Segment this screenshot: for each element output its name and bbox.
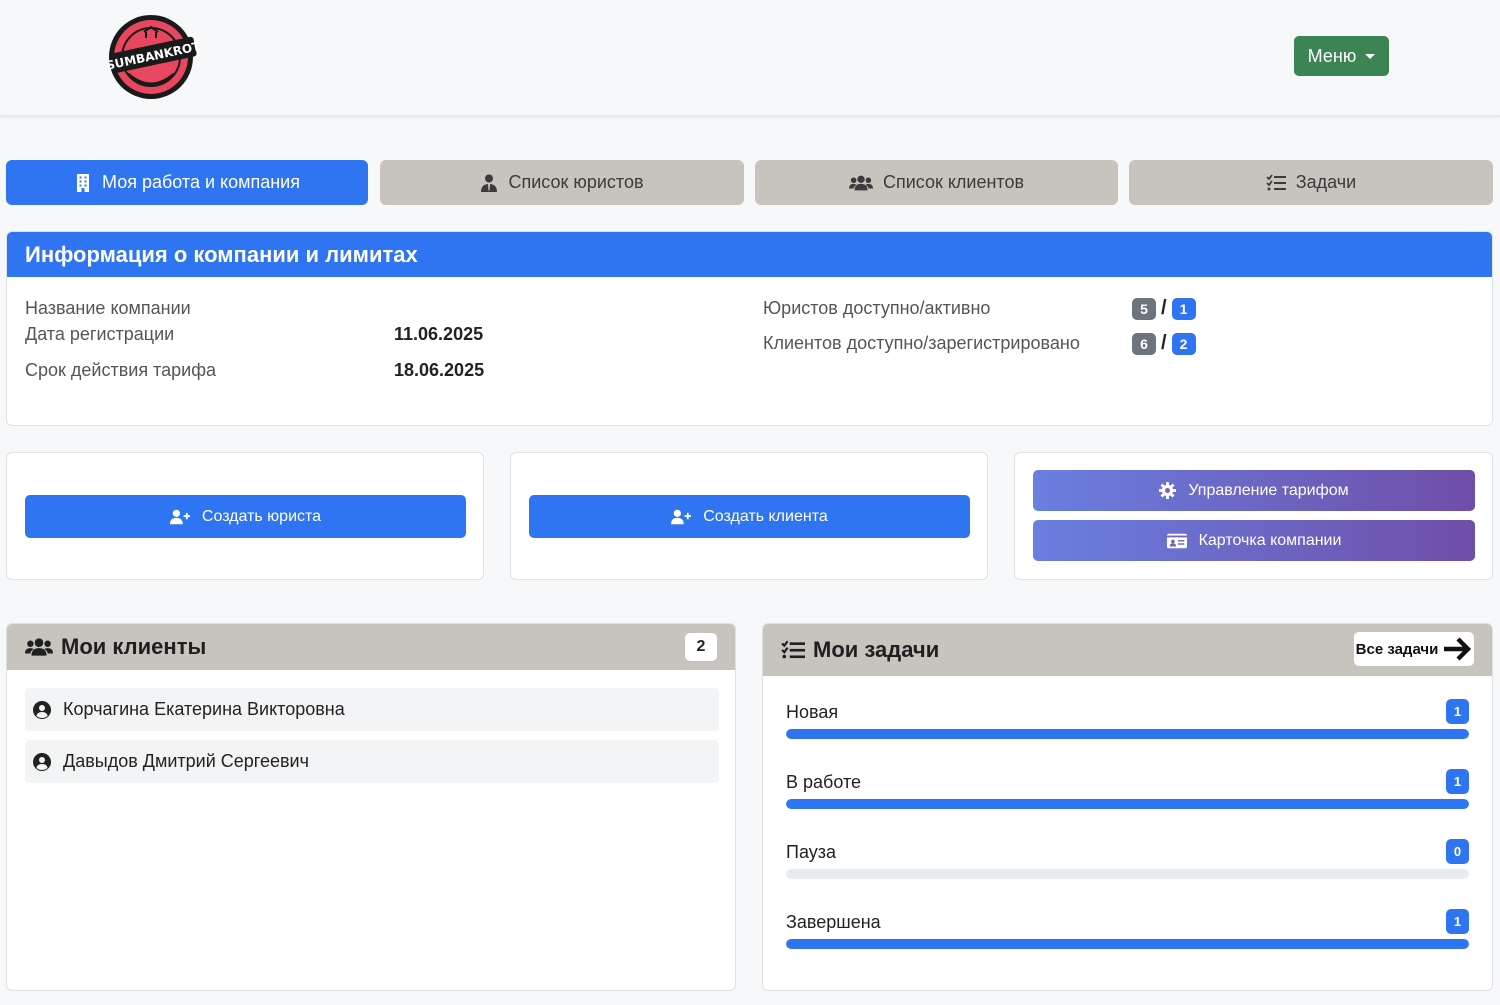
create-lawyer-card: Создать юриста <box>6 452 484 580</box>
top-navbar: SUMBANKROT Меню <box>0 0 1500 117</box>
task-status-label: В работе <box>786 772 862 792</box>
clients-count-badge: 2 <box>685 633 717 661</box>
building-icon <box>77 173 89 192</box>
manage-tariff-label: Управление тарифом <box>1188 481 1349 499</box>
tab-tasks[interactable]: Задачи <box>1129 160 1493 205</box>
tab-label: Список юристов <box>508 172 644 192</box>
all-tasks-label: Все задачи <box>1355 640 1439 658</box>
lawyers-active-badge: 1 <box>1171 297 1196 320</box>
separator: / <box>1161 332 1167 354</box>
menu-dropdown-button[interactable]: Меню <box>1294 36 1389 76</box>
manage-tariff-button[interactable]: Управление тарифом <box>1033 470 1475 511</box>
separator: / <box>1161 297 1167 319</box>
lawyers-limit-badges: 5 / 1 <box>1132 297 1196 320</box>
user-tie-icon <box>481 174 498 192</box>
create-lawyer-button[interactable]: Создать юриста <box>25 495 466 538</box>
menu-label: Меню <box>1307 45 1357 66</box>
client-name: Корчагина Екатерина Викторовна <box>63 699 345 719</box>
task-status-progress-bar <box>786 869 1469 879</box>
user-plus-icon <box>169 509 190 524</box>
lawyers-available-badge: 5 <box>1132 297 1156 320</box>
arrow-right-icon <box>1444 637 1472 661</box>
client-list-item[interactable]: Корчагина Екатерина Викторовна <box>25 688 719 731</box>
tasks-list-icon <box>1266 173 1286 190</box>
task-status-count-badge: 0 <box>1446 839 1469 864</box>
my-clients-title: Мои клиенты <box>61 634 207 659</box>
task-status-progress-fill <box>786 729 1469 739</box>
user-circle-icon <box>33 752 51 771</box>
sumbankrot-logo[interactable]: SUMBANKROT <box>105 12 202 102</box>
users-icon <box>25 638 53 656</box>
task-status-progress-bar <box>786 799 1469 809</box>
id-card-icon <box>1166 533 1187 548</box>
company-management-card: Управление тарифом Карточка компании <box>1014 452 1493 580</box>
tab-label: Задачи <box>1295 172 1357 192</box>
company-card-button[interactable]: Карточка компании <box>1033 520 1475 561</box>
tasks-list-icon <box>781 640 805 659</box>
company-name-label: Название компании <box>25 298 191 318</box>
clients-limit-label: Клиентов доступно/зарегистрировано <box>763 333 1080 353</box>
clients-registered-badge: 2 <box>1171 332 1196 355</box>
task-status-progress-bar <box>786 729 1469 739</box>
tab-clients-list[interactable]: Список клиентов <box>755 160 1118 205</box>
clients-limit-badges: 6 / 2 <box>1132 332 1196 355</box>
company-info-title: Информация о компании и лимитах <box>7 232 1492 277</box>
company-info-card: Информация о компании и лимитах Название… <box>6 231 1493 426</box>
create-client-label: Создать клиента <box>703 507 828 525</box>
all-tasks-button[interactable]: Все задачи <box>1354 632 1474 666</box>
tariff-expiry-label: Срок действия тарифа <box>25 360 217 380</box>
my-tasks-header: Мои задачи Все задачи <box>763 624 1492 676</box>
my-clients-card: Мои клиенты 2 Корчагина Екатерина Виктор… <box>6 623 736 991</box>
client-list-item[interactable]: Давыдов Дмитрий Сергеевич <box>25 740 719 783</box>
registration-date-label: Дата регистрации <box>25 324 175 344</box>
clients-available-badge: 6 <box>1132 332 1156 355</box>
users-icon <box>848 175 873 190</box>
task-status-progress-fill <box>786 799 1469 809</box>
my-tasks-title: Мои задачи <box>813 637 940 662</box>
task-status-count-badge: 1 <box>1446 699 1469 724</box>
task-status-count-badge: 1 <box>1446 909 1469 934</box>
my-tasks-card: Мои задачи Все задачи Новая 1 В работе 1 Пау… <box>762 623 1493 991</box>
my-clients-header: Мои клиенты 2 <box>7 624 735 670</box>
user-circle-icon <box>33 700 51 719</box>
create-lawyer-label: Создать юриста <box>201 507 322 525</box>
user-plus-icon <box>671 509 692 524</box>
registration-date-value: 11.06.2025 <box>394 324 484 344</box>
caret-down-icon <box>1365 53 1376 59</box>
company-card-label: Карточка компании <box>1198 531 1342 549</box>
client-name: Давыдов Дмитрий Сергеевич <box>63 751 309 771</box>
task-status-progress-bar <box>786 939 1469 949</box>
create-client-button[interactable]: Создать клиента <box>529 495 970 538</box>
task-status-label: Новая <box>786 702 839 722</box>
tab-my-work[interactable]: Моя работа и компания <box>6 160 368 205</box>
tab-label: Моя работа и компания <box>102 172 300 192</box>
task-status-progress-fill <box>786 939 1469 949</box>
lawyers-limit-label: Юристов доступно/активно <box>763 298 991 318</box>
tab-label: Список клиентов <box>882 172 1025 192</box>
gear-icon <box>1159 482 1177 499</box>
task-status-count-badge: 1 <box>1446 769 1469 794</box>
create-client-card: Создать клиента <box>510 452 988 580</box>
task-status-label: Пауза <box>786 842 837 862</box>
tariff-expiry-value: 18.06.2025 <box>394 360 485 380</box>
task-status-label: Завершена <box>786 912 881 932</box>
tab-lawyers-list[interactable]: Список юристов <box>380 160 744 205</box>
